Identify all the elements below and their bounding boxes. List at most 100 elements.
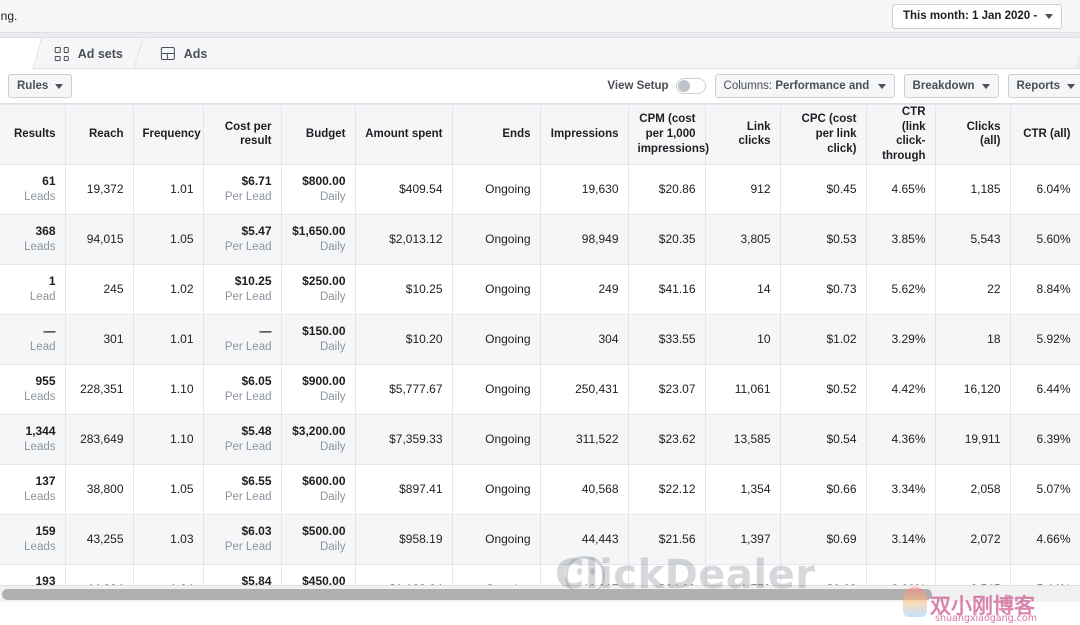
cell-ctr-link-value: 3.34% bbox=[891, 481, 926, 496]
cell-budget-value: $150.00 bbox=[302, 323, 346, 338]
cell-amount-spent-value: $409.54 bbox=[399, 181, 443, 196]
column-header-link-clicks[interactable]: Link clicks bbox=[705, 104, 781, 165]
columns-button[interactable]: Columns: Performance and Clicl bbox=[714, 74, 895, 98]
columns-value: Performance and Clicl bbox=[775, 80, 870, 92]
cell-link-clicks-value: 14 bbox=[757, 281, 771, 296]
cell-budget: $800.00 Daily bbox=[281, 164, 356, 215]
cell-clicks-all: 19,911 bbox=[935, 414, 1011, 465]
cell-cpm-value: $20.86 bbox=[658, 181, 696, 196]
cell-budget: $250.00 Daily bbox=[281, 264, 356, 315]
table-toolbar: Rules View Setup Columns: Performance an… bbox=[0, 69, 1080, 104]
column-header-budget[interactable]: Budget bbox=[281, 104, 356, 165]
cell-budget-sub: Daily bbox=[319, 390, 346, 403]
table-row[interactable]: 61 Leads 19,372 1.01 $6.71 Per Lead $800.00 Dai… bbox=[0, 164, 1080, 215]
cell-clicks-all-value: 2,058 bbox=[970, 481, 1001, 496]
view-setup-toggle[interactable]: View Setup bbox=[607, 78, 706, 94]
column-header-impressions[interactable]: Impressions bbox=[540, 104, 629, 165]
cell-ctr-all: 4.66% bbox=[1010, 514, 1080, 565]
cell-ctr-link-value: 3.29% bbox=[891, 331, 926, 346]
cell-impressions: 44,443 bbox=[540, 514, 629, 565]
cell-budget-sub: Daily bbox=[319, 340, 346, 353]
cell-cost-per-result-value: $10.25 bbox=[234, 273, 272, 288]
column-header-reach[interactable]: Reach bbox=[65, 104, 134, 165]
table-row[interactable]: — Lead 301 1.01 — Per Lead $150.00 Daily $10.20 O… bbox=[0, 314, 1080, 365]
cell-budget-value: $600.00 bbox=[302, 473, 346, 488]
cell-cost-per-result-sub: Per Lead bbox=[224, 190, 272, 203]
cell-ctr-link-value: 5.62% bbox=[891, 281, 926, 296]
cell-cost-per-result-value: $6.05 bbox=[241, 373, 272, 388]
column-header-frequency[interactable]: Frequency bbox=[133, 104, 204, 165]
notice-bar: ing. This month: 1 Jan 2020 - 17 J bbox=[0, 0, 1080, 33]
cell-clicks-all: 5,543 bbox=[935, 214, 1011, 265]
table-row[interactable]: 1,344 Leads 283,649 1.10 $5.48 Per Lead $3,200… bbox=[0, 414, 1080, 465]
cell-amount-spent: $409.54 bbox=[355, 164, 453, 215]
cell-cpm-value: $21.56 bbox=[658, 531, 696, 546]
cell-impressions-value: 250,431 bbox=[575, 381, 619, 396]
column-header-ctr-all[interactable]: CTR (all) bbox=[1010, 104, 1080, 165]
rules-button[interactable]: Rules bbox=[8, 74, 73, 98]
horizontal-scrollbar-thumb[interactable] bbox=[2, 589, 932, 600]
cell-budget: $150.00 Daily bbox=[281, 314, 356, 365]
cell-amount-spent-value: $7,359.33 bbox=[389, 431, 443, 446]
tab-ads[interactable]: Ads bbox=[133, 37, 1080, 69]
column-header-ends[interactable]: Ends bbox=[452, 104, 541, 165]
cell-cpm-value: $41.16 bbox=[658, 281, 696, 296]
columns-label: Columns: Performance and Clicl bbox=[724, 80, 871, 92]
cell-results-sub: Lead bbox=[29, 290, 56, 303]
table-row[interactable]: 955 Leads 228,351 1.10 $6.05 Per Lead $900.00 D… bbox=[0, 364, 1080, 415]
breakdown-button[interactable]: Breakdown bbox=[903, 74, 999, 98]
ads-metrics-table-container[interactable]: Results Reach Frequency Cost per result … bbox=[0, 104, 1080, 602]
cell-frequency-value: 1.03 bbox=[170, 531, 194, 546]
cell-cpc-value: $0.69 bbox=[826, 531, 857, 546]
column-header-ctr-link[interactable]: CTR (link click-through bbox=[866, 104, 936, 165]
chevron-down-icon bbox=[1067, 83, 1075, 89]
cell-ctr-all-value: 5.60% bbox=[1036, 231, 1071, 246]
cell-clicks-all-value: 5,543 bbox=[970, 231, 1001, 246]
cell-frequency-value: 1.05 bbox=[170, 481, 194, 496]
toggle-switch-icon[interactable] bbox=[675, 78, 706, 94]
cell-amount-spent: $2,013.12 bbox=[355, 214, 453, 265]
cell-cpc-value: $0.54 bbox=[826, 431, 857, 446]
table-row[interactable]: 159 Leads 43,255 1.03 $6.03 Per Lead $500.00 Da… bbox=[0, 514, 1080, 565]
table-body: 61 Leads 19,372 1.01 $6.71 Per Lead $800.00 Dai… bbox=[0, 164, 1080, 602]
cell-ends-value: Ongoing bbox=[485, 481, 531, 496]
cell-ends: Ongoing bbox=[452, 314, 541, 365]
table-row[interactable]: 137 Leads 38,800 1.05 $6.55 Per Lead $600.00 Da… bbox=[0, 464, 1080, 515]
column-header-clicks-all[interactable]: Clicks (all) bbox=[935, 104, 1011, 165]
cell-budget-value: $3,200.00 bbox=[292, 423, 346, 438]
ads-metrics-table: Results Reach Frequency Cost per result … bbox=[0, 104, 1080, 602]
cell-results-sub: Leads bbox=[24, 190, 56, 203]
column-header-cost-per-result[interactable]: Cost per result bbox=[203, 104, 282, 165]
cell-link-clicks: 3,805 bbox=[705, 214, 781, 265]
cell-reach-value: 94,015 bbox=[86, 231, 124, 246]
cell-clicks-all: 2,072 bbox=[935, 514, 1011, 565]
cell-reach-value: 301 bbox=[103, 331, 124, 346]
cell-cpc: $0.66 bbox=[780, 464, 867, 515]
cell-cost-per-result: $6.71 Per Lead bbox=[203, 164, 282, 215]
breakdown-label: Breakdown bbox=[912, 80, 975, 92]
cell-cpc-value: $0.45 bbox=[826, 181, 857, 196]
cell-link-clicks-value: 10 bbox=[757, 331, 771, 346]
table-row[interactable]: 368 Leads 94,015 1.05 $5.47 Per Lead $1,650.00… bbox=[0, 214, 1080, 265]
horizontal-scrollbar[interactable] bbox=[0, 585, 1080, 602]
cell-budget: $3,200.00 Daily bbox=[281, 414, 356, 465]
column-header-amount-spent[interactable]: Amount spent bbox=[355, 104, 453, 165]
cell-results-sub: Leads bbox=[24, 240, 56, 253]
tab-ad-sets[interactable]: Ad sets bbox=[27, 37, 149, 69]
column-header-results[interactable]: Results bbox=[0, 104, 66, 165]
column-header-cpm[interactable]: CPM (cost per 1,000 impressions) bbox=[628, 104, 709, 165]
cell-ctr-link: 3.29% bbox=[866, 314, 936, 365]
cell-cpc: $0.69 bbox=[780, 514, 867, 565]
cell-ctr-link-value: 4.36% bbox=[891, 431, 926, 446]
chevron-down-icon bbox=[55, 83, 64, 89]
reports-button[interactable]: Reports bbox=[1007, 74, 1080, 98]
cell-link-clicks: 1,354 bbox=[705, 464, 781, 515]
date-range-label: This month: 1 Jan 2020 - 17 J bbox=[903, 10, 1037, 22]
cell-clicks-all: 1,185 bbox=[935, 164, 1011, 215]
cell-results: 955 Leads bbox=[0, 364, 66, 415]
cell-reach-value: 283,649 bbox=[80, 431, 124, 446]
table-row[interactable]: 1 Lead 245 1.02 $10.25 Per Lead $250.00 Daily $1… bbox=[0, 264, 1080, 315]
column-header-cpc[interactable]: CPC (cost per link click) bbox=[780, 104, 867, 165]
date-range-picker[interactable]: This month: 1 Jan 2020 - 17 J bbox=[892, 3, 1062, 29]
cell-ctr-all-value: 5.92% bbox=[1036, 331, 1071, 346]
